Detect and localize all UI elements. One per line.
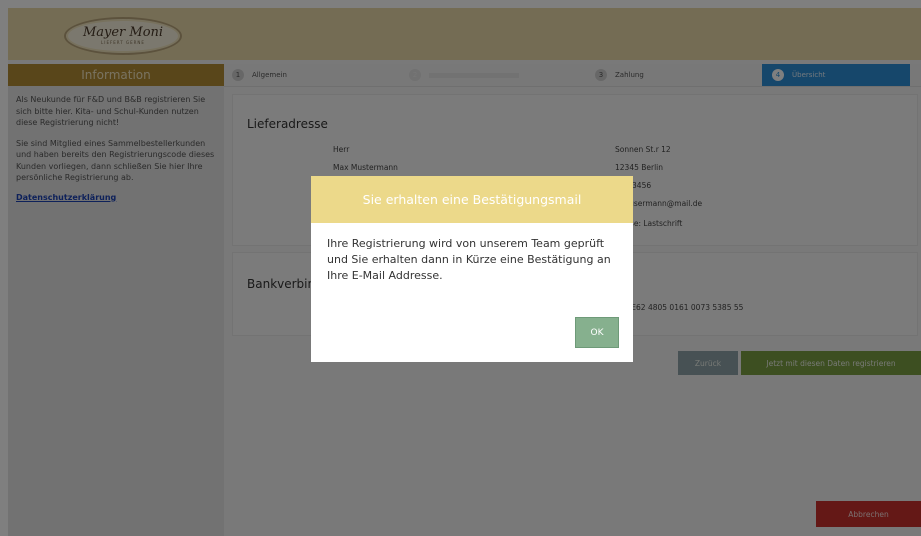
dialog-message: Ihre Registrierung wird von unserem Team… (327, 237, 611, 282)
confirmation-dialog: Sie erhalten eine Bestätigungsmail Ihre … (311, 176, 633, 362)
ok-button[interactable]: OK (575, 317, 619, 348)
dialog-title: Sie erhalten eine Bestätigungsmail (311, 176, 633, 223)
